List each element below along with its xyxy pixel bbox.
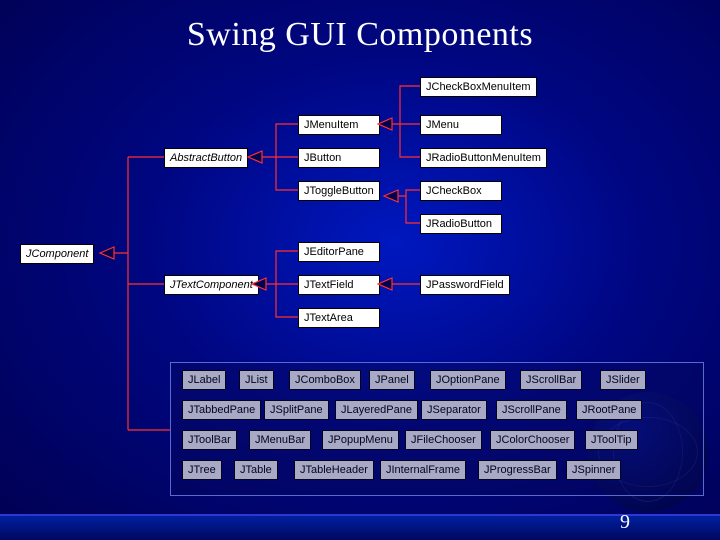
direct-subclass-group [170,362,704,496]
diagram-canvas: JComponent AbstractButton JTextComponent… [0,0,720,540]
